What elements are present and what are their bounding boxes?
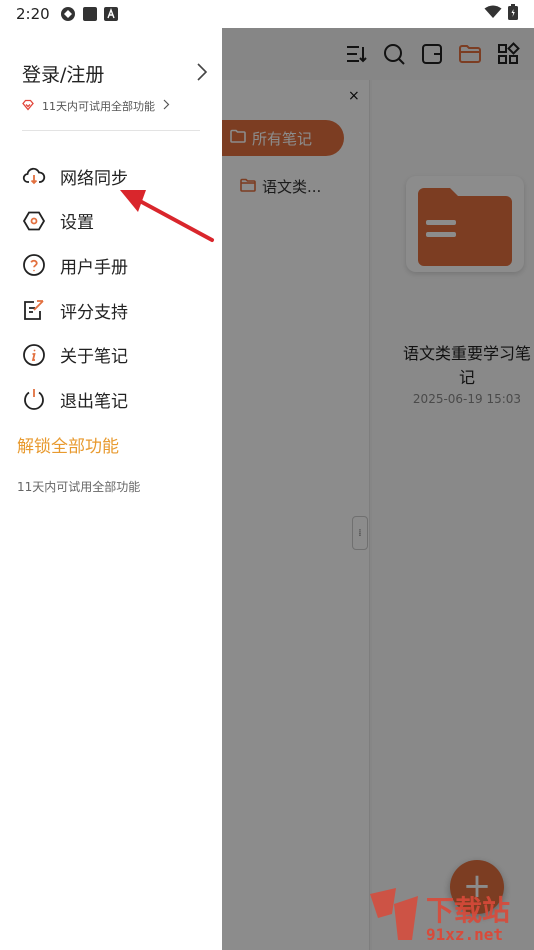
menu-item-label: 设置 bbox=[60, 213, 94, 234]
vip-diamond-icon bbox=[22, 99, 34, 114]
menu-item-label: 网络同步 bbox=[60, 168, 128, 189]
cloud-sync-icon bbox=[22, 164, 46, 188]
watermark-brand: 下载站 bbox=[426, 894, 511, 927]
site-watermark: 下载站 91xz.net bbox=[362, 884, 510, 944]
status-bar: 2:20 bbox=[0, 0, 534, 28]
chevron-right-icon bbox=[163, 99, 170, 113]
menu-item-settings[interactable]: 设置 bbox=[22, 199, 212, 244]
watermark-logo-icon bbox=[370, 888, 418, 940]
hexagon-settings-icon bbox=[22, 209, 46, 233]
square-icon bbox=[82, 6, 98, 22]
menu-item-about[interactable]: 关于笔记 bbox=[22, 332, 212, 377]
navigation-drawer: 登录/注册 11天内可试用全部功能 网络同步 设置 用户手册 评分支持 关于笔记… bbox=[0, 28, 222, 950]
status-time: 2:20 bbox=[16, 5, 50, 23]
login-title: 登录/注册 bbox=[22, 64, 105, 86]
rate-edit-icon bbox=[22, 298, 46, 322]
info-icon bbox=[22, 343, 46, 367]
unlock-all-features[interactable]: 解锁全部功能 bbox=[17, 432, 119, 457]
menu-item-sync[interactable]: 网络同步 bbox=[22, 154, 212, 199]
menu-item-label: 关于笔记 bbox=[60, 347, 128, 368]
wifi-icon bbox=[484, 5, 502, 23]
unlock-trial-text: 11天内可试用全部功能 bbox=[17, 480, 141, 494]
a-icon bbox=[103, 7, 118, 21]
chevron-right-icon bbox=[196, 62, 208, 86]
trial-text: 11天内可试用全部功能 bbox=[42, 100, 155, 113]
menu-item-label: 评分支持 bbox=[60, 302, 128, 323]
battery-icon bbox=[508, 4, 518, 24]
menu-item-exit[interactable]: 退出笔记 bbox=[22, 377, 212, 422]
login-row[interactable]: 登录/注册 bbox=[22, 60, 208, 87]
question-icon bbox=[22, 253, 46, 277]
trial-row[interactable]: 11天内可试用全部功能 bbox=[22, 98, 170, 114]
menu-item-manual[interactable]: 用户手册 bbox=[22, 243, 212, 288]
menu-item-label: 用户手册 bbox=[60, 257, 128, 278]
app-icon bbox=[60, 6, 76, 22]
watermark-site: 91xz.net bbox=[426, 925, 504, 944]
menu-item-rate[interactable]: 评分支持 bbox=[22, 288, 212, 333]
menu-item-label: 退出笔记 bbox=[60, 391, 128, 412]
power-icon bbox=[22, 387, 46, 411]
divider bbox=[22, 130, 200, 131]
drawer-menu: 网络同步 设置 用户手册 评分支持 关于笔记 退出笔记 bbox=[22, 154, 212, 422]
